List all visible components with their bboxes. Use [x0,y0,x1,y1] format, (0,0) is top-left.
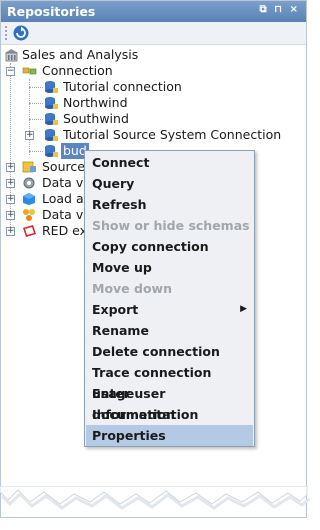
expand-toggle-icon[interactable]: + [6,179,15,188]
database-connection-icon [45,81,58,93]
menu-item-information[interactable]: Information [86,404,253,425]
node-label: Load ar [42,191,89,206]
torn-edge-decoration [0,486,310,510]
expand-toggle-icon[interactable]: + [25,131,34,140]
connection-folder-label: Connection [42,63,113,78]
menu-item-export[interactable]: Export ▶ [86,299,253,320]
menu-item-properties[interactable]: Properties [86,425,253,446]
expand-toggle-icon[interactable]: + [6,163,15,172]
red-export-icon [23,225,36,237]
collapse-toggle-icon[interactable]: − [6,67,15,76]
menu-item-move-down: Move down [92,281,172,296]
menu-item-query[interactable]: Query [86,173,253,194]
node-label: Source [42,159,85,174]
expand-toggle-icon[interactable]: + [6,195,15,204]
menu-item-connect[interactable]: Connect [86,152,253,173]
connection-label: Northwind [63,95,128,110]
panel-title: Repositories [7,4,96,19]
gear-icon [23,177,35,189]
menu-item-copy-connection[interactable]: Copy connection [86,236,253,257]
connection-label: Southwind [63,111,129,126]
menu-item-move-up[interactable]: Move up [86,257,253,278]
export-label: Export [92,302,139,317]
menu-item-rename[interactable]: Rename [86,320,253,341]
database-connection-icon [45,113,58,125]
window-buttons: ⧉ ⊓ × [260,4,300,15]
menu-item-trace-usage[interactable]: Trace connection usage [86,362,253,401]
expand-toggle-icon[interactable]: + [6,227,15,236]
restore-icon[interactable]: ⧉ [260,4,269,15]
minimize-icon[interactable]: ⊓ [274,4,284,15]
context-menu: Connect Query Refresh Show or hide schem… [84,150,255,447]
menu-item-user-documentation[interactable]: Enter user documentation [86,383,253,422]
source-icon [22,161,36,173]
database-connection-icon [45,129,58,141]
connection-label: Tutorial Source System Connection [63,127,282,142]
refresh-icon[interactable] [12,24,30,42]
repositories-panel: Repositories ⧉ ⊓ × Sales and Analysis − … [0,0,307,518]
submenu-arrow-icon: ▶ [240,304,247,314]
star-cluster-icon [23,209,35,221]
toolbar-grip [5,26,7,40]
database-connection-icon [45,145,58,157]
building-icon [5,49,18,62]
connection-label: Tutorial connection [63,79,182,94]
node-label: RED ex [42,223,88,238]
database-connection-icon [45,97,58,109]
plug-icon [22,67,37,75]
menu-item-refresh[interactable]: Refresh [86,194,253,215]
expand-toggle-icon[interactable]: + [6,211,15,220]
close-icon[interactable]: × [290,4,300,15]
menu-item-show-hide-schemas: Show or hide schemas [92,218,250,233]
root-label: Sales and Analysis [22,47,139,62]
menu-item-delete-connection[interactable]: Delete connection [86,341,253,362]
panel-toolbar [1,22,306,45]
cube-icon [23,193,35,205]
panel-titlebar: Repositories ⧉ ⊓ × [1,1,306,22]
